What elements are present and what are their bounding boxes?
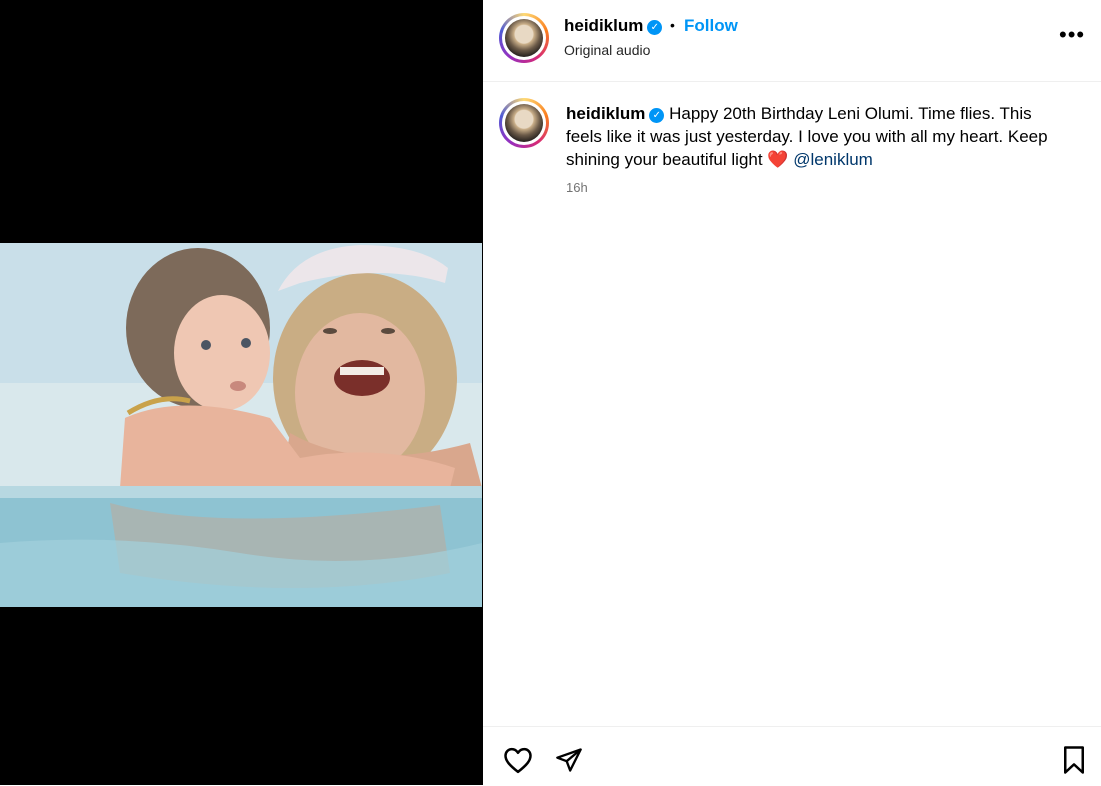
mention-link[interactable]: @leniklum: [793, 150, 873, 169]
caption: heidiklum ✓ Happy 20th Birthday Leni Olum…: [566, 102, 1066, 171]
heart-emoji: ❤️: [767, 150, 789, 169]
more-options-icon[interactable]: •••: [1059, 22, 1085, 48]
bookmark-icon[interactable]: [1061, 745, 1087, 780]
post-panel: heidiklum ✓ • Follow Original audio ••• h…: [483, 0, 1101, 785]
avatar[interactable]: [499, 13, 549, 63]
post-modal: heidiklum ✓ • Follow Original audio ••• h…: [0, 0, 1101, 785]
verified-badge-icon: ✓: [649, 108, 665, 123]
action-bar: [483, 726, 1101, 786]
caption-username[interactable]: heidiklum: [566, 104, 645, 123]
caption-avatar-photo: [505, 104, 543, 142]
send-icon[interactable]: [554, 746, 584, 779]
audio-link[interactable]: Original audio: [564, 42, 650, 58]
verified-badge-icon: ✓: [647, 20, 663, 35]
heart-icon[interactable]: [503, 746, 533, 779]
follow-button[interactable]: Follow: [684, 16, 738, 36]
post-timestamp[interactable]: 16h: [566, 180, 588, 195]
caption-avatar[interactable]: [499, 98, 549, 148]
avatar-photo: [505, 19, 543, 57]
media-area[interactable]: [0, 0, 483, 785]
video-image: [0, 243, 482, 607]
video-frame[interactable]: [0, 243, 482, 607]
post-header: heidiklum ✓ • Follow Original audio •••: [483, 0, 1101, 82]
username-link[interactable]: heidiklum ✓: [564, 16, 663, 36]
separator-dot: •: [670, 17, 675, 33]
username-text: heidiklum: [564, 16, 644, 35]
